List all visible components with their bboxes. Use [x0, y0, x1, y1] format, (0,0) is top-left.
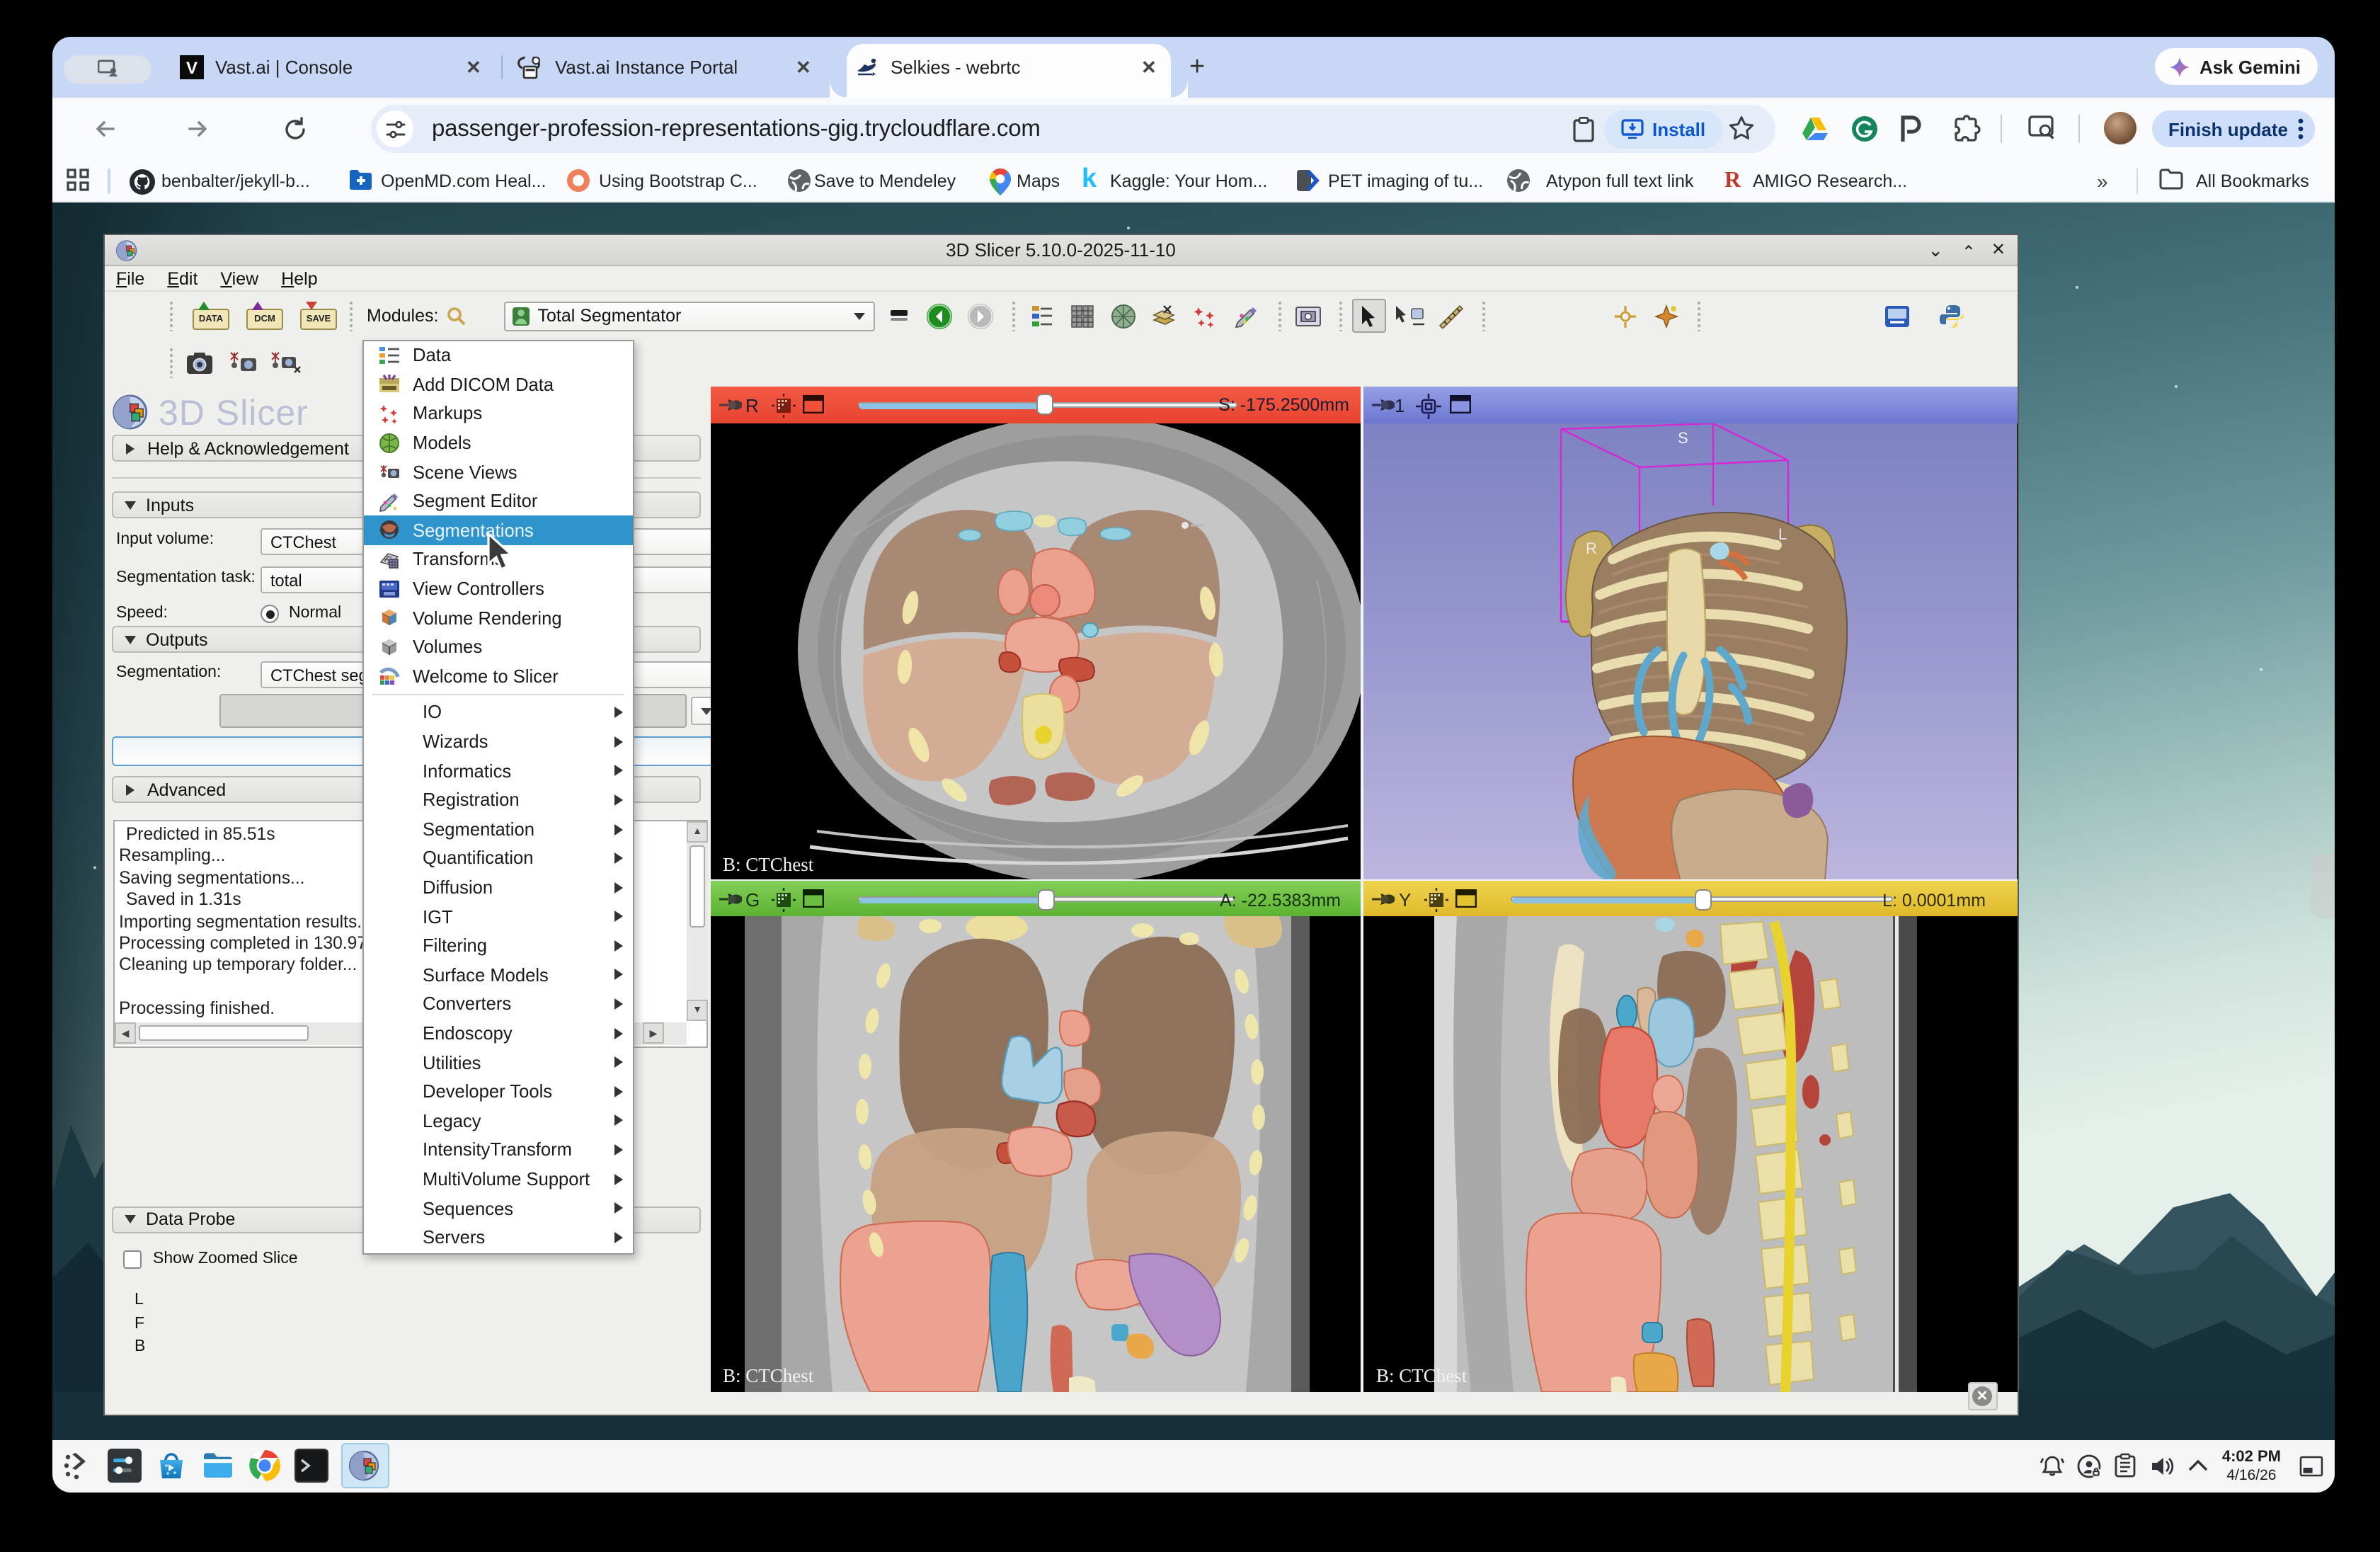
svg-text:R: R	[1586, 539, 1597, 557]
svg-text:L: L	[1778, 525, 1787, 542]
svg-text:S: S	[1678, 428, 1688, 446]
